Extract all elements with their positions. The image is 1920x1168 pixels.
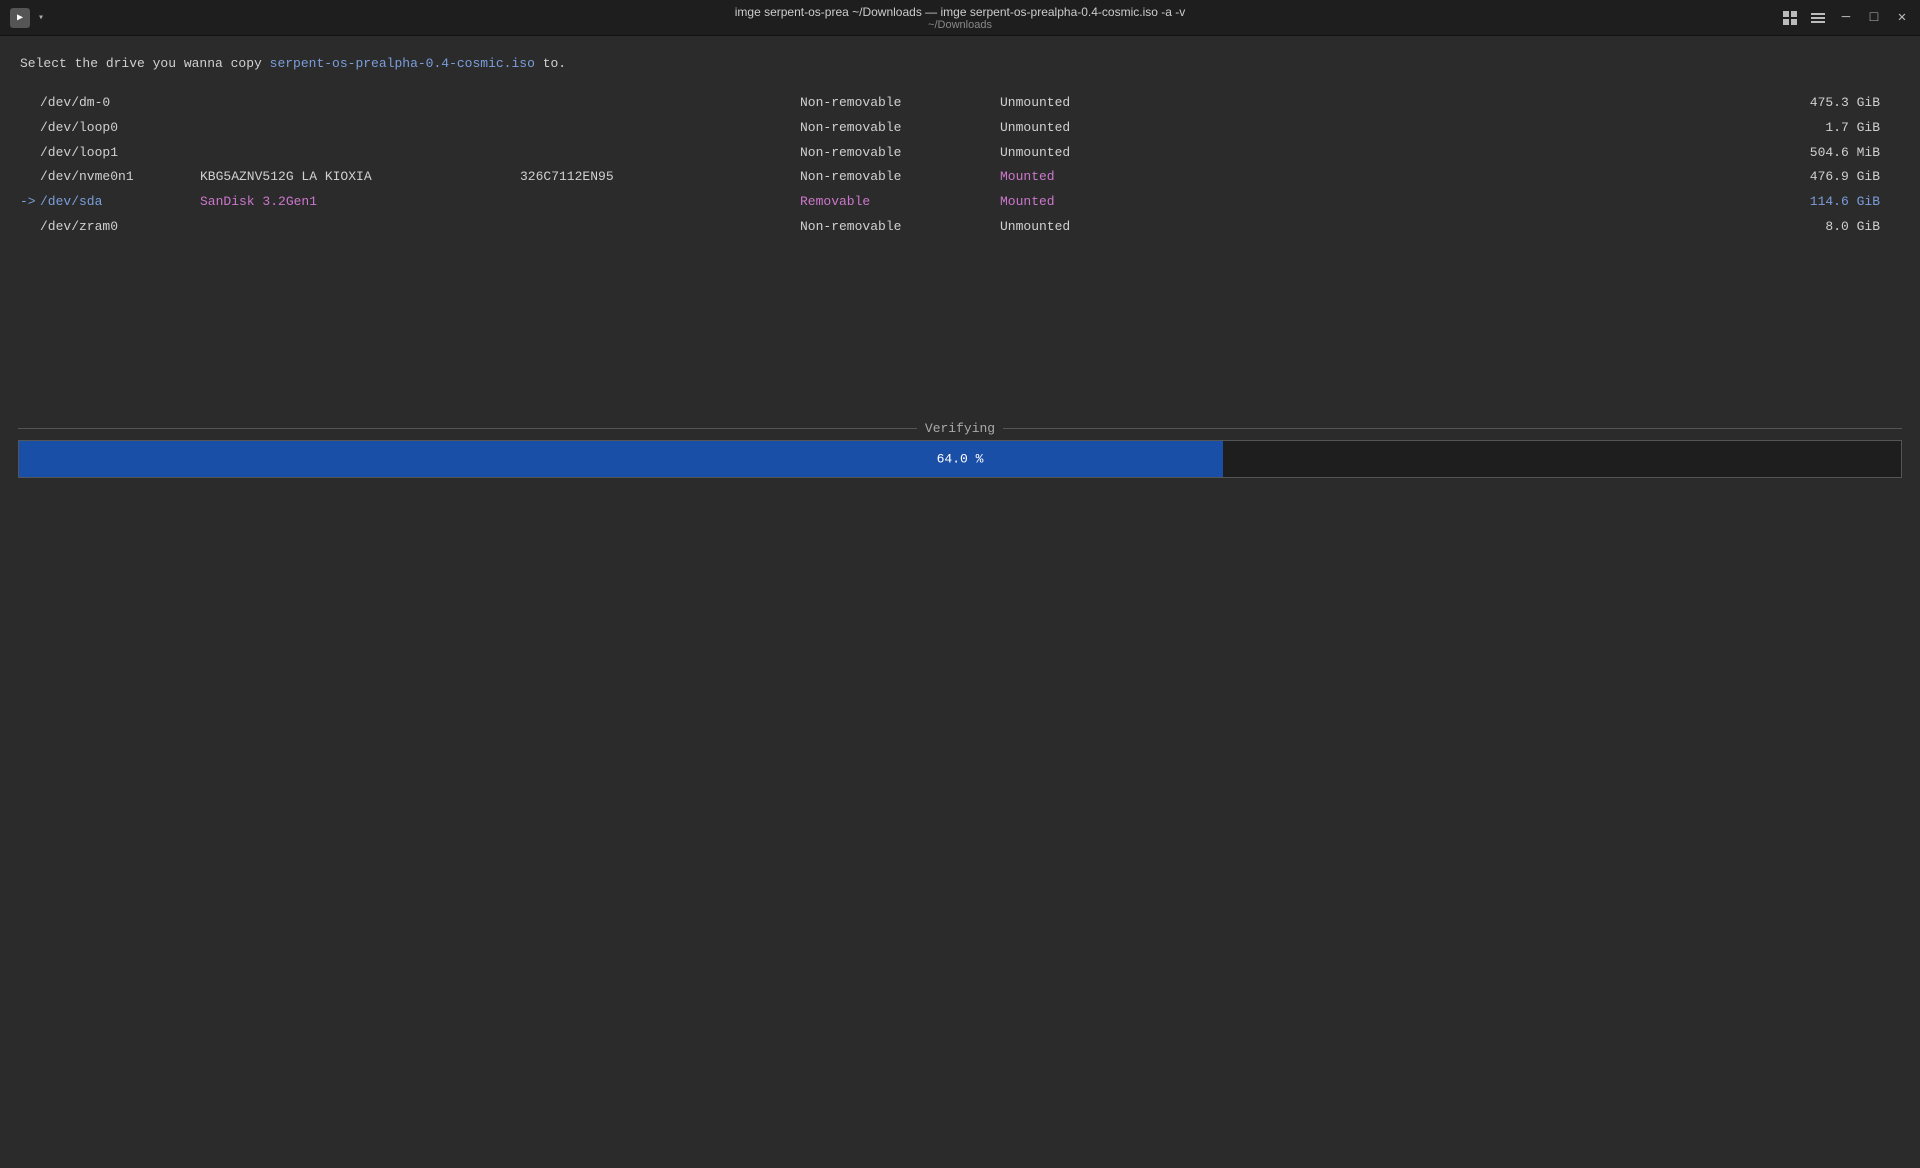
drive-list: /dev/dm-0 Non-removable Unmounted 475.3 … — [20, 91, 1900, 240]
device-size: 8.0 GiB — [1160, 217, 1900, 238]
device-size: 114.6 GiB — [1160, 192, 1900, 213]
progress-line-left — [18, 428, 917, 429]
main-content: Select the drive you wanna copy serpent-… — [0, 36, 1920, 260]
dropdown-arrow[interactable]: ▾ — [38, 12, 44, 24]
row-arrow: -> — [20, 192, 40, 213]
device-size: 1.7 GiB — [1160, 118, 1900, 139]
row-arrow — [20, 118, 40, 139]
device-mount: Unmounted — [1000, 143, 1160, 164]
restore-button[interactable]: □ — [1866, 10, 1882, 26]
prompt-suffix: to. — [535, 56, 566, 71]
device-removable: Removable — [800, 192, 1000, 213]
progress-label-line: Verifying — [18, 421, 1902, 436]
device-mount: Unmounted — [1000, 217, 1160, 238]
device-removable: Non-removable — [800, 143, 1000, 164]
device-mount: Unmounted — [1000, 93, 1160, 114]
menu-button[interactable] — [1810, 10, 1826, 26]
device-mount: Mounted — [1000, 167, 1160, 188]
device-model: SanDisk 3.2Gen1 — [200, 192, 520, 213]
titlebar-left: ▶ ▾ — [10, 8, 44, 28]
device-name: /dev/loop0 — [40, 118, 200, 139]
device-mount: Unmounted — [1000, 118, 1160, 139]
titlebar-controls: ─ □ ✕ — [1782, 10, 1910, 26]
device-name: /dev/dm-0 — [40, 93, 200, 114]
device-model: KBG5AZNV512G LA KIOXIA — [200, 167, 520, 188]
grid-view-button[interactable] — [1782, 10, 1798, 26]
row-arrow — [20, 217, 40, 238]
device-removable: Non-removable — [800, 118, 1000, 139]
row-arrow — [20, 93, 40, 114]
iso-filename: serpent-os-prealpha-0.4-cosmic.iso — [270, 56, 535, 71]
device-name: /dev/nvme0n1 — [40, 167, 200, 188]
close-button[interactable]: ✕ — [1894, 10, 1910, 26]
drive-row[interactable]: /dev/dm-0 Non-removable Unmounted 475.3 … — [20, 91, 1900, 116]
device-size: 475.3 GiB — [1160, 93, 1900, 114]
device-removable: Non-removable — [800, 167, 1000, 188]
app-icon: ▶ — [10, 8, 30, 28]
progress-line-right — [1003, 428, 1902, 429]
titlebar-center: imge serpent-os-prea ~/Downloads — imge … — [735, 5, 1186, 31]
drive-row[interactable]: /dev/zram0 Non-removable Unmounted 8.0 G… — [20, 215, 1900, 240]
row-arrow — [20, 143, 40, 164]
device-name: /dev/sda — [40, 192, 200, 213]
minimize-button[interactable]: ─ — [1838, 10, 1854, 26]
device-size: 476.9 GiB — [1160, 167, 1900, 188]
drive-row[interactable]: /dev/loop0 Non-removable Unmounted 1.7 G… — [20, 116, 1900, 141]
device-name: /dev/zram0 — [40, 217, 200, 238]
window-subtitle: ~/Downloads — [735, 19, 1186, 31]
drive-row[interactable]: /dev/nvme0n1 KBG5AZNV512G LA KIOXIA 326C… — [20, 165, 1900, 190]
device-removable: Non-removable — [800, 93, 1000, 114]
drive-row[interactable]: /dev/loop1 Non-removable Unmounted 504.6… — [20, 141, 1900, 166]
progress-label: Verifying — [925, 421, 995, 436]
device-removable: Non-removable — [800, 217, 1000, 238]
device-serial: 326C7112EN95 — [520, 167, 800, 188]
progress-bar-container: 64.0 % — [18, 440, 1902, 478]
drive-row-selected[interactable]: -> /dev/sda SanDisk 3.2Gen1 Removable Mo… — [20, 190, 1900, 215]
titlebar: ▶ ▾ imge serpent-os-prea ~/Downloads — i… — [0, 0, 1920, 36]
device-size: 504.6 MiB — [1160, 143, 1900, 164]
progress-bar-fill — [19, 441, 1223, 477]
device-mount: Mounted — [1000, 192, 1160, 213]
prompt-line: Select the drive you wanna copy serpent-… — [20, 56, 1900, 71]
progress-section: Verifying 64.0 % — [18, 421, 1902, 478]
window-title: imge serpent-os-prea ~/Downloads — imge … — [735, 5, 1186, 19]
row-arrow — [20, 167, 40, 188]
device-name: /dev/loop1 — [40, 143, 200, 164]
prompt-prefix: Select the drive you wanna copy — [20, 56, 270, 71]
